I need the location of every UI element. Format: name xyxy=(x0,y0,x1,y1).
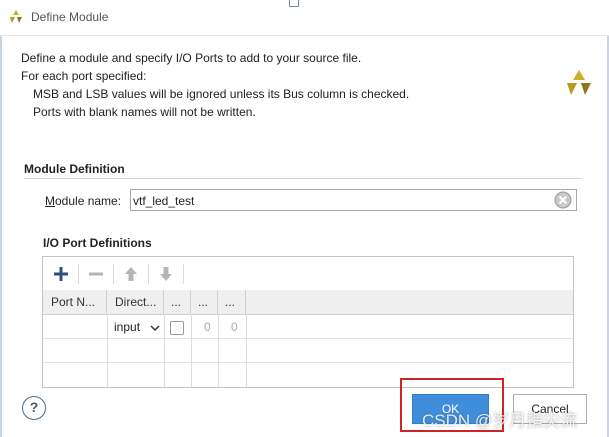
column-divider xyxy=(164,314,165,387)
module-name-label-text: odule name: xyxy=(55,194,122,208)
port-table-header: Port N... Direct... ... ... ... xyxy=(43,290,573,315)
description-line: Define a module and specify I/O Ports to… xyxy=(21,51,362,65)
module-name-value[interactable]: vtf_led_test xyxy=(133,194,194,208)
clear-icon[interactable] xyxy=(554,191,572,209)
io-port-table: Port N... Direct... ... ... ... input 0 … xyxy=(42,256,574,388)
move-up-icon[interactable] xyxy=(120,263,142,285)
vivado-logo-icon xyxy=(10,10,22,23)
column-divider xyxy=(191,314,192,387)
table-row[interactable] xyxy=(43,338,573,363)
watermark: CSDN @岁月指尖流 xyxy=(422,411,578,430)
description-line: Ports with blank names will not be writt… xyxy=(33,105,256,119)
direction-select-value[interactable]: input xyxy=(114,320,140,334)
port-table-toolbar xyxy=(43,257,573,291)
toolbar-separator xyxy=(78,264,79,284)
background-window-icon xyxy=(289,0,299,7)
column-direction[interactable]: Direct... xyxy=(107,290,164,314)
vivado-logo-icon xyxy=(567,70,591,95)
module-name-input[interactable] xyxy=(130,189,577,211)
toolbar-separator xyxy=(183,264,184,284)
msb-value[interactable]: 0 xyxy=(204,320,211,334)
chevron-down-icon[interactable] xyxy=(149,323,161,333)
toolbar-separator xyxy=(148,264,149,284)
column-msb[interactable]: ... xyxy=(191,290,218,314)
column-divider xyxy=(107,314,108,387)
dialog-titlebar: Define Module xyxy=(0,0,609,36)
mnemonic-letter: M xyxy=(45,194,55,208)
add-icon[interactable] xyxy=(50,263,72,285)
move-down-icon[interactable] xyxy=(155,263,177,285)
remove-icon[interactable] xyxy=(85,263,107,285)
help-button[interactable]: ? xyxy=(22,396,46,420)
bus-checkbox[interactable] xyxy=(170,321,184,335)
description-line: MSB and LSB values will be ignored unles… xyxy=(33,87,410,101)
module-definition-title: Module Definition xyxy=(24,162,125,176)
module-name-label: Module name: xyxy=(45,194,121,208)
column-lsb[interactable]: ... xyxy=(218,290,246,314)
column-divider xyxy=(246,314,247,387)
io-port-definitions-title: I/O Port Definitions xyxy=(43,236,152,250)
toolbar-separator xyxy=(113,264,114,284)
lsb-value[interactable]: 0 xyxy=(231,320,238,334)
description-line: For each port specified: xyxy=(21,69,147,83)
column-bus[interactable]: ... xyxy=(164,290,191,314)
section-divider xyxy=(24,178,582,179)
dialog-title: Define Module xyxy=(31,10,109,24)
dialog-description: Define a module and specify I/O Ports to… xyxy=(21,49,409,121)
window-left-edge xyxy=(0,0,2,437)
column-divider xyxy=(218,314,219,387)
column-port-name[interactable]: Port N... xyxy=(43,290,107,314)
